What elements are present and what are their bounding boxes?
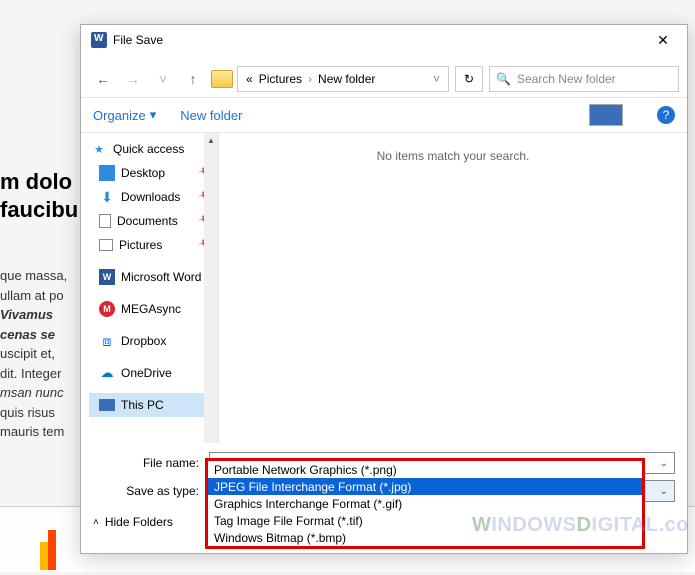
format-option[interactable]: Graphics Interchange Format (*.gif) <box>208 495 642 512</box>
forward-button[interactable]: → <box>119 65 147 93</box>
up-button[interactable]: ↑ <box>179 65 207 93</box>
sidebar-item-downloads[interactable]: ⬇ Downloads 📌 <box>89 185 218 209</box>
scroll-up-arrow[interactable]: ▲ <box>204 133 218 147</box>
cloud-icon: ☁ <box>99 365 115 381</box>
new-folder-button[interactable]: New folder <box>180 108 242 123</box>
mega-icon <box>99 301 115 317</box>
doc-heading-fragment: m dolo <box>0 170 80 194</box>
title-bar: File Save ✕ <box>81 25 687 55</box>
breadcrumb-item[interactable]: New folder <box>318 72 375 86</box>
sidebar-quick-access[interactable]: ★ Quick access <box>89 137 218 161</box>
hide-folders-button[interactable]: ˄ Hide Folders <box>93 515 173 529</box>
chevron-down-icon[interactable]: ˅ <box>433 72 440 86</box>
sidebar-item-pictures[interactable]: Pictures 📌 <box>89 233 218 257</box>
chevron-down-icon: ⌄ <box>660 486 668 497</box>
sidebar-item-thispc[interactable]: This PC <box>89 393 218 417</box>
sidebar-item-desktop[interactable]: Desktop 📌 <box>89 161 218 185</box>
nav-row: ← → ˅ ↑ « Pictures › New folder ˅ ↻ 🔍 Se… <box>81 61 687 97</box>
scrollbar[interactable]: ▲ <box>204 133 218 443</box>
star-icon: ★ <box>91 141 107 157</box>
background-document: m dolo faucibu que massa, ullam at po Vi… <box>0 170 80 442</box>
organize-menu[interactable]: Organize▾ <box>93 107 156 123</box>
download-icon: ⬇ <box>99 189 115 205</box>
refresh-button[interactable]: ↻ <box>455 66 483 92</box>
folder-icon <box>211 70 233 88</box>
format-option[interactable]: JPEG File Interchange Format (*.jpg) <box>208 478 642 495</box>
filename-label: File name: <box>93 456 203 470</box>
sidebar-item-word[interactable]: Microsoft Word <box>89 265 218 289</box>
doc-heading-fragment: faucibu <box>0 198 80 222</box>
toolbar: Organize▾ New folder ? <box>81 97 687 133</box>
breadcrumb[interactable]: « Pictures › New folder ˅ <box>237 66 449 92</box>
word-app-icon <box>91 32 107 48</box>
chart-thumbnail <box>40 530 56 570</box>
dialog-title: File Save <box>113 33 163 47</box>
back-button[interactable]: ← <box>89 65 117 93</box>
pictures-icon <box>99 239 113 251</box>
format-option[interactable]: Portable Network Graphics (*.png) <box>208 461 642 478</box>
search-icon: 🔍 <box>496 72 511 86</box>
sidebar-item-dropbox[interactable]: ⧈ Dropbox <box>89 329 218 353</box>
search-input[interactable]: 🔍 Search New folder <box>489 66 679 92</box>
search-placeholder: Search New folder <box>517 72 616 86</box>
dropbox-icon: ⧈ <box>99 333 115 349</box>
document-icon <box>99 214 111 228</box>
sidebar-item-megasync[interactable]: MEGAsync <box>89 297 218 321</box>
chevron-down-icon[interactable]: ⌄ <box>660 458 668 469</box>
breadcrumb-prefix: « <box>246 72 253 86</box>
empty-state-text: No items match your search. <box>377 149 530 163</box>
pc-icon <box>99 399 115 411</box>
caret-up-icon: ˄ <box>93 517 99 528</box>
desktop-icon <box>99 165 115 181</box>
sidebar: ★ Quick access Desktop 📌 ⬇ Downloads 📌 D… <box>81 133 219 443</box>
chevron-right-icon: › <box>308 72 312 86</box>
recent-dropdown-icon[interactable]: ˅ <box>149 65 177 93</box>
breadcrumb-item[interactable]: Pictures <box>259 72 302 86</box>
close-button[interactable]: ✕ <box>643 25 683 55</box>
watermark: WINDOWSDIGITAL.co <box>472 514 689 537</box>
word-icon <box>99 269 115 285</box>
saveas-label: Save as type: <box>93 484 203 498</box>
file-list-area: No items match your search. <box>219 133 687 443</box>
help-button[interactable]: ? <box>657 106 675 124</box>
caret-down-icon: ▾ <box>150 107 157 123</box>
sidebar-item-onedrive[interactable]: ☁ OneDrive <box>89 361 218 385</box>
sidebar-item-documents[interactable]: Documents 📌 <box>89 209 218 233</box>
view-options-button[interactable] <box>589 104 623 126</box>
